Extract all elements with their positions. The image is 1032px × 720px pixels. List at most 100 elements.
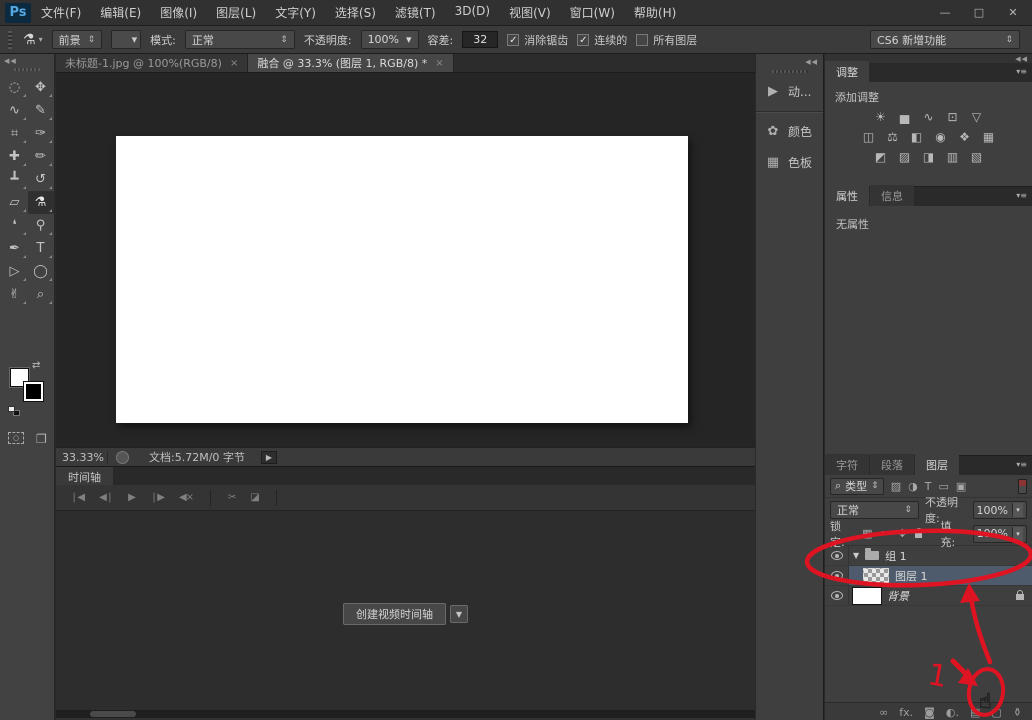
swap-colors-icon[interactable]: ⇄ xyxy=(32,360,40,371)
panel-menu-icon[interactable]: ▾≡ xyxy=(1016,460,1027,469)
timeline-scrollbar[interactable] xyxy=(56,710,755,718)
contiguous-option[interactable]: ✓ 连续的 xyxy=(577,32,627,48)
status-flyout-arrow-icon[interactable]: ▶ xyxy=(261,451,277,464)
dodge-tool[interactable]: ⚲ xyxy=(28,214,54,237)
mute-audio-icon[interactable]: ◀× xyxy=(179,492,193,503)
layer-name[interactable]: 背景 xyxy=(887,588,909,604)
transition-icon[interactable]: ◪ xyxy=(250,492,258,503)
smart-object-filter-icon[interactable]: ▣ xyxy=(956,480,966,493)
workspace-switcher[interactable]: CS6 新增功能 ⇕ xyxy=(870,30,1020,49)
menu-window[interactable]: 窗口(W) xyxy=(570,4,615,21)
previous-frame-icon[interactable]: ◀❘ xyxy=(99,492,113,503)
adjustment-layer-filter-icon[interactable]: ◑ xyxy=(908,480,918,493)
lock-position-icon[interactable]: ✥ xyxy=(898,527,907,540)
visibility-cell[interactable] xyxy=(825,546,849,565)
visibility-cell[interactable] xyxy=(825,586,849,605)
channel-mixer-icon[interactable]: ❖ xyxy=(956,130,973,145)
play-icon[interactable]: ▶ xyxy=(128,492,135,503)
first-frame-icon[interactable]: ❘◀ xyxy=(70,492,84,503)
menu-file[interactable]: 文件(F) xyxy=(41,4,81,21)
background-color-swatch[interactable] xyxy=(24,382,43,401)
add-layer-mask-icon[interactable]: ◙ xyxy=(924,706,935,719)
collapse-panels-icon[interactable]: ◀◀ xyxy=(1015,55,1028,63)
dock-item-color[interactable]: ✿ 颜色 xyxy=(756,116,823,147)
timeline-type-dropdown[interactable]: ▼ xyxy=(450,605,468,623)
healing-brush-tool[interactable]: ✚ xyxy=(2,145,28,168)
pixel-layer-filter-icon[interactable]: ▨ xyxy=(891,480,901,493)
panel-grip[interactable] xyxy=(14,68,40,71)
group-expander-icon[interactable]: ▼ xyxy=(853,551,859,560)
visibility-cell[interactable] xyxy=(825,566,849,585)
lasso-tool[interactable]: ∿ xyxy=(2,99,28,122)
hand-tool[interactable]: ✌ xyxy=(2,283,28,306)
canvas[interactable] xyxy=(116,136,688,423)
pattern-picker[interactable]: ▾ xyxy=(111,30,141,49)
new-layer-icon[interactable]: ▢ xyxy=(991,706,1001,719)
vibrance-icon[interactable]: ▽ xyxy=(968,110,985,125)
selective-color-icon[interactable]: ▧ xyxy=(968,150,985,165)
lock-all-icon[interactable] xyxy=(915,532,923,538)
invert-icon[interactable]: ◩ xyxy=(872,150,889,165)
all-layers-option[interactable]: 所有图层 xyxy=(636,32,697,48)
tool-preset-picker[interactable]: ⚗ ▾ xyxy=(23,32,43,48)
move-tool[interactable]: ✥ xyxy=(28,76,54,99)
curves-icon[interactable]: ∿ xyxy=(920,110,937,125)
dock-item-actions[interactable]: ▶ 动... xyxy=(756,76,823,107)
layer-opacity-dropdown[interactable]: 100% ▾ xyxy=(973,501,1027,519)
menu-select[interactable]: 选择(S) xyxy=(335,4,376,21)
eraser-tool[interactable]: ▱ xyxy=(2,191,28,214)
link-layers-icon[interactable]: ∞ xyxy=(879,706,888,719)
photo-filter-icon[interactable]: ◉ xyxy=(932,130,949,145)
exposure-icon[interactable]: ⊡ xyxy=(944,110,961,125)
new-adjustment-layer-icon[interactable]: ◐. xyxy=(946,706,959,719)
shape-layer-filter-icon[interactable]: ▭ xyxy=(938,480,948,493)
ellipse-tool[interactable]: ◯ xyxy=(28,260,54,283)
lock-transparency-icon[interactable]: ▦ xyxy=(862,527,872,540)
new-group-icon[interactable]: ▤ xyxy=(970,706,980,719)
paint-bucket-tool[interactable]: ⚗ xyxy=(28,191,54,214)
panel-menu-icon[interactable]: ▾≡ xyxy=(1016,191,1027,200)
menu-layer[interactable]: 图层(L) xyxy=(216,4,256,21)
zoom-level-field[interactable]: 33.33% xyxy=(56,451,108,464)
collapse-dock-icon[interactable]: ◀◀ xyxy=(805,58,818,66)
pen-tool[interactable]: ✒ xyxy=(2,237,28,260)
menu-3d[interactable]: 3D(D) xyxy=(455,4,490,21)
menu-help[interactable]: 帮助(H) xyxy=(634,4,676,21)
delete-layer-icon[interactable]: ⚱ xyxy=(1013,706,1022,719)
antialias-checkbox[interactable]: ✓ xyxy=(507,34,519,46)
eyedropper-tool[interactable]: ✑ xyxy=(28,122,54,145)
menu-filter[interactable]: 滤镜(T) xyxy=(395,4,436,21)
quick-mask-icon[interactable]: ○ xyxy=(8,432,24,444)
close-icon[interactable]: × xyxy=(230,58,238,69)
maximize-button[interactable]: □ xyxy=(972,6,986,19)
create-video-timeline-button[interactable]: 创建视频时间轴 xyxy=(343,603,446,625)
menu-image[interactable]: 图像(I) xyxy=(160,4,197,21)
fill-dropdown[interactable]: 100% ▾ xyxy=(973,525,1027,543)
gradient-map-icon[interactable]: ▥ xyxy=(944,150,961,165)
antialias-option[interactable]: ✓ 消除锯齿 xyxy=(507,32,568,48)
close-button[interactable]: ✕ xyxy=(1006,6,1020,19)
black-white-icon[interactable]: ◧ xyxy=(908,130,925,145)
tab-info[interactable]: 信息 xyxy=(870,185,914,206)
tab-properties[interactable]: 属性 xyxy=(825,185,869,206)
screen-mode-icon[interactable]: ❐ xyxy=(36,432,47,446)
blur-tool[interactable]: ❛ xyxy=(2,214,28,237)
layer-row-group[interactable]: ▼ 组 1 xyxy=(825,546,1032,566)
layer-style-icon[interactable]: fx. xyxy=(899,706,913,719)
elliptical-marquee-tool[interactable]: ◌ xyxy=(2,76,28,99)
tab-adjustments[interactable]: 调整 xyxy=(825,61,869,82)
levels-icon[interactable]: ▅ xyxy=(896,110,913,125)
tab-character[interactable]: 字符 xyxy=(825,454,869,475)
quick-selection-tool[interactable]: ✎ xyxy=(28,99,54,122)
document-tab-active[interactable]: 融合 @ 33.3% (图层 1, RGB/8) * × xyxy=(248,54,453,72)
zoom-tool[interactable]: ⌕ xyxy=(28,283,54,306)
clone-stamp-tool[interactable]: ┻ xyxy=(2,168,28,191)
path-selection-tool[interactable]: ▷ xyxy=(2,260,28,283)
scrollbar-thumb[interactable] xyxy=(90,711,136,717)
type-layer-filter-icon[interactable]: T xyxy=(925,480,932,493)
lock-pixels-icon[interactable]: ✏ xyxy=(881,527,890,540)
menu-view[interactable]: 视图(V) xyxy=(509,4,551,21)
layer-name[interactable]: 组 1 xyxy=(885,548,907,564)
layer-row-layer1[interactable]: 图层 1 xyxy=(825,566,1032,586)
opacity-dropdown[interactable]: 100% ▾ xyxy=(361,30,419,49)
